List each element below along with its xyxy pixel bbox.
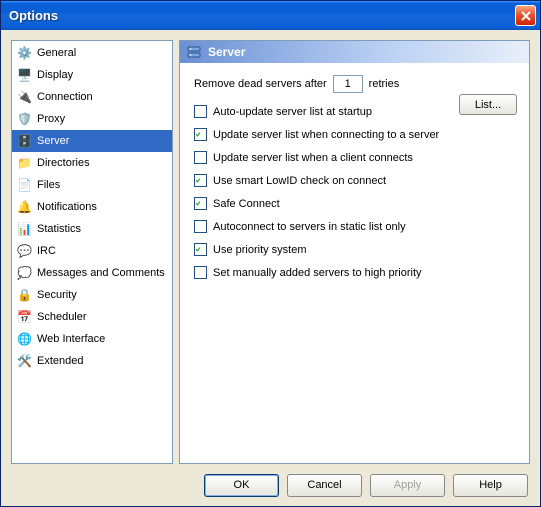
sidebar-item-display-label: Display [37, 69, 73, 81]
sidebar-item-connection-label: Connection [37, 91, 93, 103]
sidebar-item-security-icon: 🔒 [16, 287, 33, 304]
sidebar-item-server-icon: 🗄️ [16, 133, 33, 150]
sidebar-item-general-icon: ⚙️ [16, 45, 33, 62]
sidebar-item-server[interactable]: 🗄️ Server [12, 130, 172, 152]
sidebar-item-web-icon: 🌐 [16, 331, 33, 348]
sidebar-item-irc-icon: 💬 [16, 243, 33, 260]
options-window: Options ⚙️ General 🖥️ Display 🔌 Connection 🛡️ P… [0, 0, 541, 507]
sidebar-item-proxy-label: Proxy [37, 113, 65, 125]
sidebar-item-notifications[interactable]: 🔔 Notifications [12, 196, 172, 218]
sidebar-item-scheduler-label: Scheduler [37, 311, 87, 323]
opt-static-only-label: Autoconnect to servers in static list on… [213, 221, 406, 233]
sidebar-item-scheduler-icon: 📅 [16, 309, 33, 326]
opt-smart-lowid-label: Use smart LowID check on connect [213, 175, 386, 187]
opt-smart-lowid-row: Use smart LowID check on connect [194, 172, 517, 189]
titlebar: Options [1, 1, 540, 30]
content-area: ⚙️ General 🖥️ Display 🔌 Connection 🛡️ Proxy 🗄️ Se… [1, 30, 540, 464]
opt-update-on-client-row: Update server list when a client connect… [194, 149, 517, 166]
opt-priority-system-row: Use priority system [194, 241, 517, 258]
checkbox-group: Auto-update server list at startup Update… [194, 103, 517, 281]
apply-button[interactable]: Apply [370, 474, 445, 497]
opt-static-only-checkbox[interactable] [194, 220, 207, 233]
opt-update-on-connect-row: Update server list when connecting to a … [194, 126, 517, 143]
settings-panel: Server Remove dead servers after retries… [179, 40, 530, 464]
list-button[interactable]: List... [459, 94, 517, 115]
opt-update-on-connect-checkbox[interactable] [194, 128, 207, 141]
sidebar-item-messages-icon: 💭 [16, 265, 33, 282]
sidebar-item-server-label: Server [37, 135, 69, 147]
sidebar-item-directories-label: Directories [37, 157, 90, 169]
sidebar-item-statistics[interactable]: 📊 Statistics [12, 218, 172, 240]
dead-servers-row: Remove dead servers after retries [194, 75, 517, 93]
dead-servers-retries-input[interactable] [333, 75, 363, 93]
sidebar-item-extended-label: Extended [37, 355, 83, 367]
close-button[interactable] [515, 5, 536, 26]
opt-update-on-client-checkbox[interactable] [194, 151, 207, 164]
sidebar-item-statistics-icon: 📊 [16, 221, 33, 238]
sidebar-item-extended-icon: 🛠️ [16, 353, 33, 370]
sidebar-item-display[interactable]: 🖥️ Display [12, 64, 172, 86]
sidebar-item-irc[interactable]: 💬 IRC [12, 240, 172, 262]
sidebar-item-messages[interactable]: 💭 Messages and Comments [12, 262, 172, 284]
window-title: Options [9, 8, 58, 23]
sidebar-item-notifications-icon: 🔔 [16, 199, 33, 216]
sidebar-item-security[interactable]: 🔒 Security [12, 284, 172, 306]
sidebar-item-files[interactable]: 📄 Files [12, 174, 172, 196]
opt-manual-high-prio-label: Set manually added servers to high prior… [213, 267, 422, 279]
sidebar-item-proxy[interactable]: 🛡️ Proxy [12, 108, 172, 130]
sidebar-item-messages-label: Messages and Comments [37, 267, 165, 279]
help-button[interactable]: Help [453, 474, 528, 497]
opt-auto-update-startup-checkbox[interactable] [194, 105, 207, 118]
sidebar-item-security-label: Security [37, 289, 77, 301]
sidebar-item-connection-icon: 🔌 [16, 89, 33, 106]
dead-servers-label-pre: Remove dead servers after [194, 78, 327, 90]
opt-auto-update-startup-label: Auto-update server list at startup [213, 106, 372, 118]
sidebar-item-directories-icon: 📁 [16, 155, 33, 172]
dead-servers-label-post: retries [369, 78, 400, 90]
sidebar-item-files-label: Files [37, 179, 60, 191]
server-icon [186, 44, 202, 60]
category-list[interactable]: ⚙️ General 🖥️ Display 🔌 Connection 🛡️ Proxy 🗄️ Se… [11, 40, 173, 464]
ok-button[interactable]: OK [204, 474, 279, 497]
sidebar-item-statistics-label: Statistics [37, 223, 81, 235]
sidebar-item-web[interactable]: 🌐 Web Interface [12, 328, 172, 350]
panel-title: Server [208, 45, 245, 59]
panel-body: Remove dead servers after retries List..… [180, 63, 529, 291]
sidebar-item-general-label: General [37, 47, 76, 59]
cancel-button[interactable]: Cancel [287, 474, 362, 497]
sidebar-item-general[interactable]: ⚙️ General [12, 42, 172, 64]
sidebar-item-irc-label: IRC [37, 245, 56, 257]
close-icon [521, 11, 531, 21]
opt-static-only-row: Autoconnect to servers in static list on… [194, 218, 517, 235]
opt-update-on-connect-label: Update server list when connecting to a … [213, 129, 439, 141]
opt-manual-high-prio-checkbox[interactable] [194, 266, 207, 279]
sidebar-item-scheduler[interactable]: 📅 Scheduler [12, 306, 172, 328]
sidebar-item-files-icon: 📄 [16, 177, 33, 194]
sidebar-item-directories[interactable]: 📁 Directories [12, 152, 172, 174]
sidebar-item-connection[interactable]: 🔌 Connection [12, 86, 172, 108]
opt-update-on-client-label: Update server list when a client connect… [213, 152, 413, 164]
opt-priority-system-checkbox[interactable] [194, 243, 207, 256]
opt-manual-high-prio-row: Set manually added servers to high prior… [194, 264, 517, 281]
sidebar-item-display-icon: 🖥️ [16, 67, 33, 84]
sidebar-item-notifications-label: Notifications [37, 201, 97, 213]
opt-priority-system-label: Use priority system [213, 244, 307, 256]
dialog-button-bar: OK Cancel Apply Help [1, 464, 540, 506]
opt-safe-connect-checkbox[interactable] [194, 197, 207, 210]
opt-safe-connect-label: Safe Connect [213, 198, 280, 210]
sidebar-item-extended[interactable]: 🛠️ Extended [12, 350, 172, 372]
sidebar-item-web-label: Web Interface [37, 333, 105, 345]
opt-safe-connect-row: Safe Connect [194, 195, 517, 212]
sidebar-item-proxy-icon: 🛡️ [16, 111, 33, 128]
panel-header: Server [180, 41, 529, 63]
opt-smart-lowid-checkbox[interactable] [194, 174, 207, 187]
